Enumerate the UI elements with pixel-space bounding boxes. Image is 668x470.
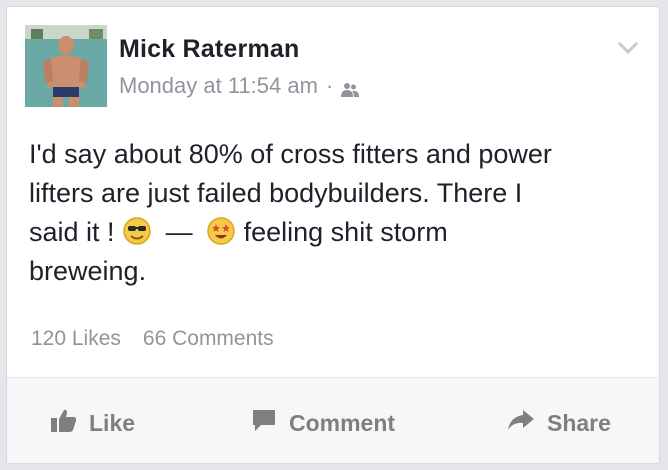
post-text-line-4: breweing. — [29, 256, 147, 286]
post-meta: Monday at 11:54 am · — [119, 73, 360, 99]
post-text-line-1: I'd say about 80% of cross fitters and p… — [29, 139, 552, 169]
likes-count[interactable]: 120 Likes — [31, 327, 121, 351]
friends-icon[interactable] — [341, 78, 360, 97]
post-text-line-2: lifters are just failed bodybuilders. Th… — [29, 178, 523, 208]
comment-bubble-icon — [251, 408, 277, 438]
like-button[interactable]: Like — [51, 408, 135, 438]
like-label: Like — [89, 409, 136, 436]
comments-count[interactable]: 66 Comments — [143, 327, 274, 351]
meta-separator: · — [325, 73, 334, 98]
post-card: Mick Raterman Monday at 11:54 am · I'd s… — [6, 6, 660, 464]
avatar[interactable] — [25, 25, 107, 107]
action-bar: Like Comment Share — [7, 377, 659, 463]
comment-button[interactable]: Comment — [251, 408, 395, 438]
post-stats: 120 Likes 66 Comments — [31, 327, 274, 351]
author-name[interactable]: Mick Raterman — [119, 35, 299, 64]
sunglasses-emoji-icon — [122, 216, 152, 246]
post-text-line-3: said it ! — feeling shit storm — [29, 213, 649, 252]
post-options-chevron-down-icon[interactable] — [617, 41, 639, 55]
star-struck-emoji-icon — [206, 216, 236, 246]
post-timestamp[interactable]: Monday at 11:54 am — [119, 73, 318, 99]
share-arrow-icon — [507, 408, 535, 438]
share-label: Share — [547, 409, 611, 436]
dash: — — [165, 217, 193, 247]
share-button[interactable]: Share — [507, 408, 611, 438]
comment-label: Comment — [289, 409, 396, 436]
feeling-text[interactable]: feeling shit storm — [244, 217, 448, 247]
post-text-said: said it ! — [29, 217, 115, 247]
post-text: I'd say about 80% of cross fitters and p… — [29, 135, 649, 291]
thumbs-up-icon — [51, 408, 77, 438]
